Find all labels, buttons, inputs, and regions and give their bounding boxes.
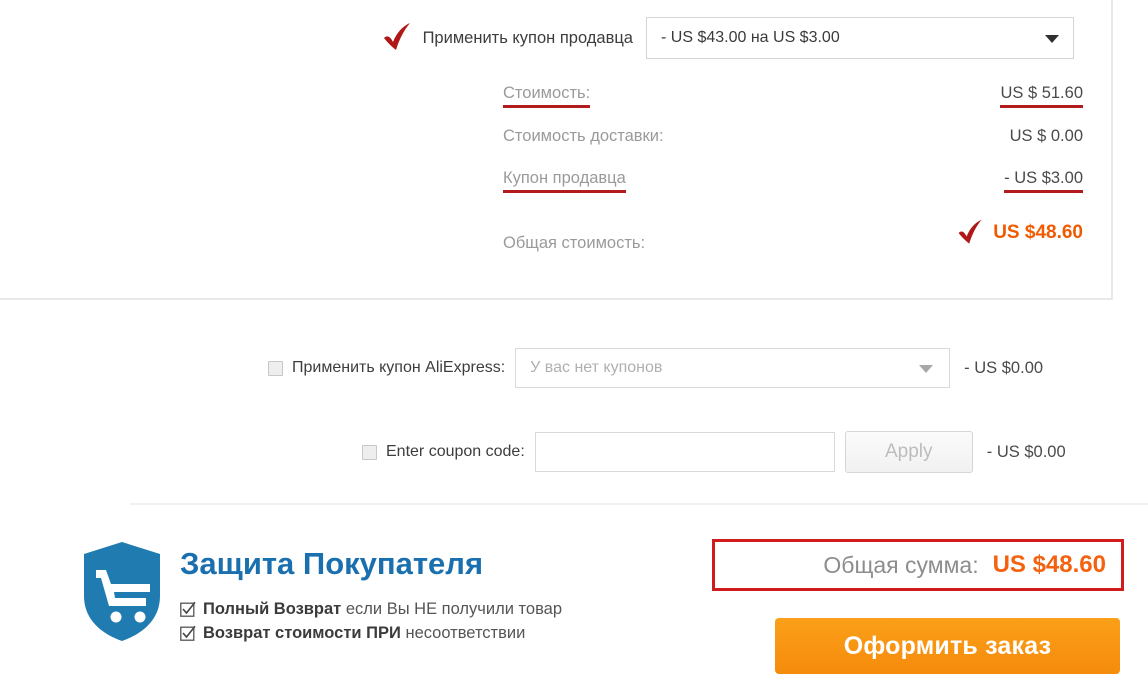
chevron-down-icon — [919, 365, 934, 373]
check-box-icon — [180, 601, 196, 617]
seller-coupon-selected-value: - US $43.00 на US $3.00 — [661, 29, 840, 46]
buyer-protection-item: Возврат стоимости ПРИ несоответствии — [180, 622, 680, 644]
seller-coupon-panel: Применить купон продавца - US $43.00 на … — [0, 0, 1113, 300]
check-box-icon — [180, 625, 196, 641]
summary-row-subtotal: Стоимость: US $ 51.60 — [503, 84, 1083, 108]
checkbox-unchecked-icon[interactable] — [268, 360, 283, 376]
chevron-down-icon — [1045, 35, 1059, 43]
buyer-protection-item-bold: Возврат стоимости ПРИ — [203, 624, 401, 643]
red-check-icon — [956, 218, 986, 248]
aliexpress-coupon-select[interactable]: У вас нет купонов — [515, 348, 951, 388]
red-check-icon — [381, 21, 415, 55]
total-label: Общая стоимость: — [503, 234, 646, 252]
place-order-button[interactable]: Оформить заказ — [775, 618, 1120, 674]
buyer-protection-list: Полный Возврат если Вы НЕ получили товар… — [180, 598, 680, 646]
aliexpress-coupon-placeholder: У вас нет купонов — [530, 359, 663, 376]
buyer-protection-item-text: Возврат стоимости ПРИ несоответствии — [203, 622, 525, 644]
shipping-label: Стоимость доставки: — [503, 127, 664, 145]
enter-coupon-code-row: Enter coupon code: Apply - US $0.00 — [0, 431, 1148, 473]
total-amount: US $48.60 — [993, 222, 1083, 243]
summary-row-shipping: Стоимость доставки: US $ 0.00 — [503, 127, 1083, 148]
apply-coupon-button[interactable]: Apply — [844, 431, 973, 473]
buyer-protection-item: Полный Возврат если Вы НЕ получили товар — [180, 598, 680, 620]
subtotal-label: Стоимость: — [503, 84, 591, 108]
summary-row-seller-coupon: Купон продавца - US $3.00 — [503, 169, 1083, 193]
coupon-code-label: Enter coupon code: — [386, 443, 525, 460]
coupon-code-amount: - US $0.00 — [986, 442, 1066, 461]
grand-total-box: Общая сумма: US $48.60 — [712, 539, 1124, 591]
subtotal-value: US $ 51.60 — [1000, 84, 1083, 108]
apply-aliexpress-coupon-row: Применить купон AliExpress: У вас нет ку… — [0, 348, 1148, 388]
buyer-protection-item-text: Полный Возврат если Вы НЕ получили товар — [203, 598, 562, 620]
buyer-protection-title: Защита Покупателя — [180, 546, 484, 581]
seller-coupon-select[interactable]: - US $43.00 на US $3.00 — [646, 17, 1074, 59]
seller-coupon-discount-label: Купон продавца — [503, 169, 626, 193]
checkbox-unchecked-icon[interactable] — [362, 444, 377, 460]
grand-total-label: Общая сумма: — [823, 551, 979, 578]
buyer-protection-item-rest: если Вы НЕ получили товар — [341, 600, 563, 618]
aliexpress-coupon-label: Применить купон AliExpress: — [292, 359, 506, 376]
aliexpress-coupon-amount: - US $0.00 — [964, 358, 1044, 377]
section-divider — [130, 503, 1148, 505]
apply-seller-coupon-row: Применить купон продавца - US $43.00 на … — [0, 14, 1111, 62]
grand-total-value: US $48.60 — [992, 551, 1106, 578]
coupon-code-input[interactable] — [534, 432, 835, 472]
total-value-wrapper: US $48.60 — [956, 218, 1083, 250]
summary-row-total: Общая стоимость: US $48.60 — [503, 218, 1083, 255]
seller-coupon-discount-value: - US $3.00 — [1004, 169, 1083, 193]
shipping-value: US $ 0.00 — [1009, 127, 1083, 145]
apply-seller-coupon-label: Применить купон продавца — [422, 28, 633, 47]
buyer-protection-item-bold: Полный Возврат — [203, 600, 342, 618]
shield-cart-icon — [80, 540, 164, 644]
buyer-protection-item-rest: несоответствии — [400, 624, 526, 643]
